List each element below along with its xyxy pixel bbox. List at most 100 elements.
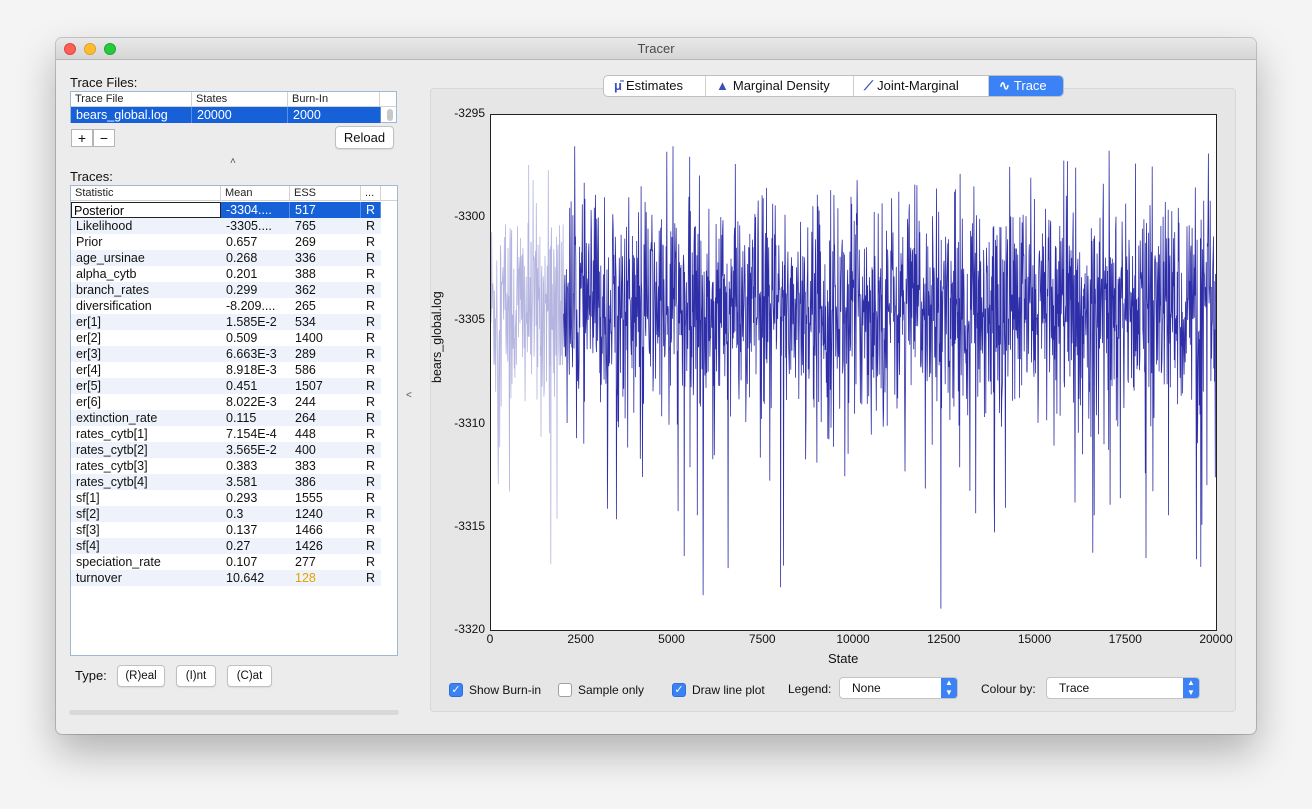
trace-row[interactable]: alpha_cytb 0.201 388 R	[71, 266, 381, 282]
minimize-button[interactable]	[84, 43, 96, 55]
trace-row[interactable]: er[1] 1.585E-2 534 R	[71, 314, 381, 330]
trace-row[interactable]: Prior 0.657 269 R	[71, 234, 381, 250]
trace-row[interactable]: er[4] 8.918E-3 586 R	[71, 362, 381, 378]
traces-header: Statistic Mean ESS ...	[71, 186, 397, 201]
trace-mean: 0.137	[226, 523, 258, 537]
trace-type: R	[366, 475, 376, 489]
tab-estimates-label: Estimates	[625, 78, 684, 93]
trace-mean: 8.918E-3	[226, 363, 277, 377]
trace-row[interactable]: Likelihood -3305.... 765 R	[71, 218, 381, 234]
split-handle-vertical-icon[interactable]: ˂	[406, 390, 412, 401]
trace-files-table[interactable]: Trace File States Burn-In bears_global.l…	[70, 91, 397, 123]
tab-estimates[interactable]: μ̄ Estimates	[604, 76, 706, 96]
trace-statistic: er[1]	[76, 315, 102, 329]
trace-file-row[interactable]: bears_global.log 20000 2000	[71, 107, 381, 123]
trace-ess: 765	[295, 219, 316, 233]
trace-statistic: sf[3]	[76, 523, 100, 537]
trace-row[interactable]: turnover 10.642 128 R	[71, 570, 381, 586]
select-arrows-icon: ▲ ▼	[941, 678, 957, 698]
column-ess[interactable]: ESS	[290, 186, 361, 201]
sample-only-label[interactable]: Sample only	[578, 683, 644, 697]
sample-only-checkbox[interactable]	[558, 683, 572, 697]
trace-type: R	[366, 219, 376, 233]
trace-statistic: rates_cytb[2]	[76, 443, 148, 457]
trace-type: R	[366, 523, 376, 537]
trace-row[interactable]: branch_rates 0.299 362 R	[71, 282, 381, 298]
trace-mean: -8.209....	[226, 299, 276, 313]
trace-row[interactable]: sf[1] 0.293 1555 R	[71, 490, 381, 506]
split-handle-icon[interactable]: ˄	[230, 156, 236, 167]
window-title: Tracer	[637, 41, 675, 56]
trace-row[interactable]: Posterior -3304.... 517 R	[71, 202, 381, 218]
legend-select[interactable]: None ▲ ▼	[839, 677, 958, 699]
reload-button[interactable]: Reload	[335, 126, 394, 149]
trace-row[interactable]: speciation_rate 0.107 277 R	[71, 554, 381, 570]
trace-ess: 277	[295, 555, 316, 569]
trace-row[interactable]: er[5] 0.451 1507 R	[71, 378, 381, 394]
trace-row[interactable]: age_ursinae 0.268 336 R	[71, 250, 381, 266]
add-file-button[interactable]: +	[71, 129, 93, 147]
draw-line-plot-checkbox[interactable]: ✓	[672, 683, 686, 697]
trace-statistic: speciation_rate	[76, 555, 161, 569]
trace-ess: 1507	[295, 379, 323, 393]
y-tick-label: -3315	[454, 518, 485, 533]
column-mean[interactable]: Mean	[221, 186, 290, 201]
type-real-button[interactable]: (R)eal	[117, 665, 165, 687]
trace-mean: 0.383	[226, 459, 258, 473]
trace-statistic: diversification	[76, 299, 152, 313]
type-cat-button[interactable]: (C)at	[227, 665, 272, 687]
remove-file-button[interactable]: −	[93, 129, 115, 147]
trace-file-name: bears_global.log	[71, 107, 192, 123]
draw-line-plot-label[interactable]: Draw line plot	[692, 683, 765, 697]
trace-ess: 289	[295, 347, 316, 361]
trace-mean: 3.581	[226, 475, 258, 489]
trace-row[interactable]: er[2] 0.509 1400 R	[71, 330, 381, 346]
trace-row[interactable]: er[3] 6.663E-3 289 R	[71, 346, 381, 362]
select-arrows-icon: ▲ ▼	[1183, 678, 1199, 698]
tab-joint-marginal[interactable]: ⟋ Joint-Marginal	[854, 76, 989, 96]
trace-statistic: er[4]	[76, 363, 102, 377]
trace-statistic: age_ursinae	[76, 251, 145, 265]
close-button[interactable]	[64, 43, 76, 55]
horizontal-scrollbar[interactable]	[69, 710, 399, 715]
trace-ess: 362	[295, 283, 316, 297]
trace-row[interactable]: er[6] 8.022E-3 244 R	[71, 394, 381, 410]
trace-row[interactable]: sf[4] 0.27 1426 R	[71, 538, 381, 554]
trace-row[interactable]: diversification -8.209.... 265 R	[71, 298, 381, 314]
trace-row[interactable]: extinction_rate 0.115 264 R	[71, 410, 381, 426]
trace-type: R	[366, 267, 376, 281]
column-states[interactable]: States	[192, 92, 288, 107]
trace-mean: 10.642	[226, 571, 265, 585]
trace-row[interactable]: rates_cytb[4] 3.581 386 R	[71, 474, 381, 490]
trace-ess: 448	[295, 427, 316, 441]
trace-files-scrollbar[interactable]	[387, 109, 393, 121]
trace-type: R	[366, 347, 376, 361]
tab-trace[interactable]: ∿ Trace	[989, 76, 1063, 96]
trace-type: R	[366, 459, 376, 473]
trace-mean: 0.115	[226, 411, 257, 425]
show-burnin-checkbox[interactable]: ✓	[449, 683, 463, 697]
traces-table[interactable]: Statistic Mean ESS ... Posterior -3304...…	[70, 185, 398, 656]
column-type[interactable]: ...	[361, 186, 381, 201]
trace-statistic: er[3]	[76, 347, 102, 361]
trace-row[interactable]: rates_cytb[1] 7.154E-4 448 R	[71, 426, 381, 442]
trace-row[interactable]: rates_cytb[2] 3.565E-2 400 R	[71, 442, 381, 458]
zoom-button[interactable]	[104, 43, 116, 55]
trace-row[interactable]: rates_cytb[3] 0.383 383 R	[71, 458, 381, 474]
colour-by-select[interactable]: Trace ▲ ▼	[1046, 677, 1200, 699]
tab-marginal-density[interactable]: ▲ Marginal Density	[706, 76, 854, 96]
column-statistic[interactable]: Statistic	[71, 186, 221, 201]
legend-label: Legend:	[788, 682, 832, 696]
x-tick-label: 5000	[658, 632, 685, 646]
show-burnin-label[interactable]: Show Burn-in	[469, 683, 541, 697]
x-tick-label: 15000	[1017, 632, 1052, 646]
column-burn-in[interactable]: Burn-In	[288, 92, 380, 107]
trace-row[interactable]: sf[3] 0.137 1466 R	[71, 522, 381, 538]
x-tick-label: 10000	[836, 632, 870, 646]
type-int-button[interactable]: (I)nt	[176, 665, 216, 687]
column-trace-file[interactable]: Trace File	[71, 92, 192, 107]
trace-ess: 264	[295, 411, 316, 425]
trace-row[interactable]: sf[2] 0.3 1240 R	[71, 506, 381, 522]
trace-ess: 388	[295, 267, 316, 281]
trace-plot-area[interactable]	[490, 114, 1217, 631]
